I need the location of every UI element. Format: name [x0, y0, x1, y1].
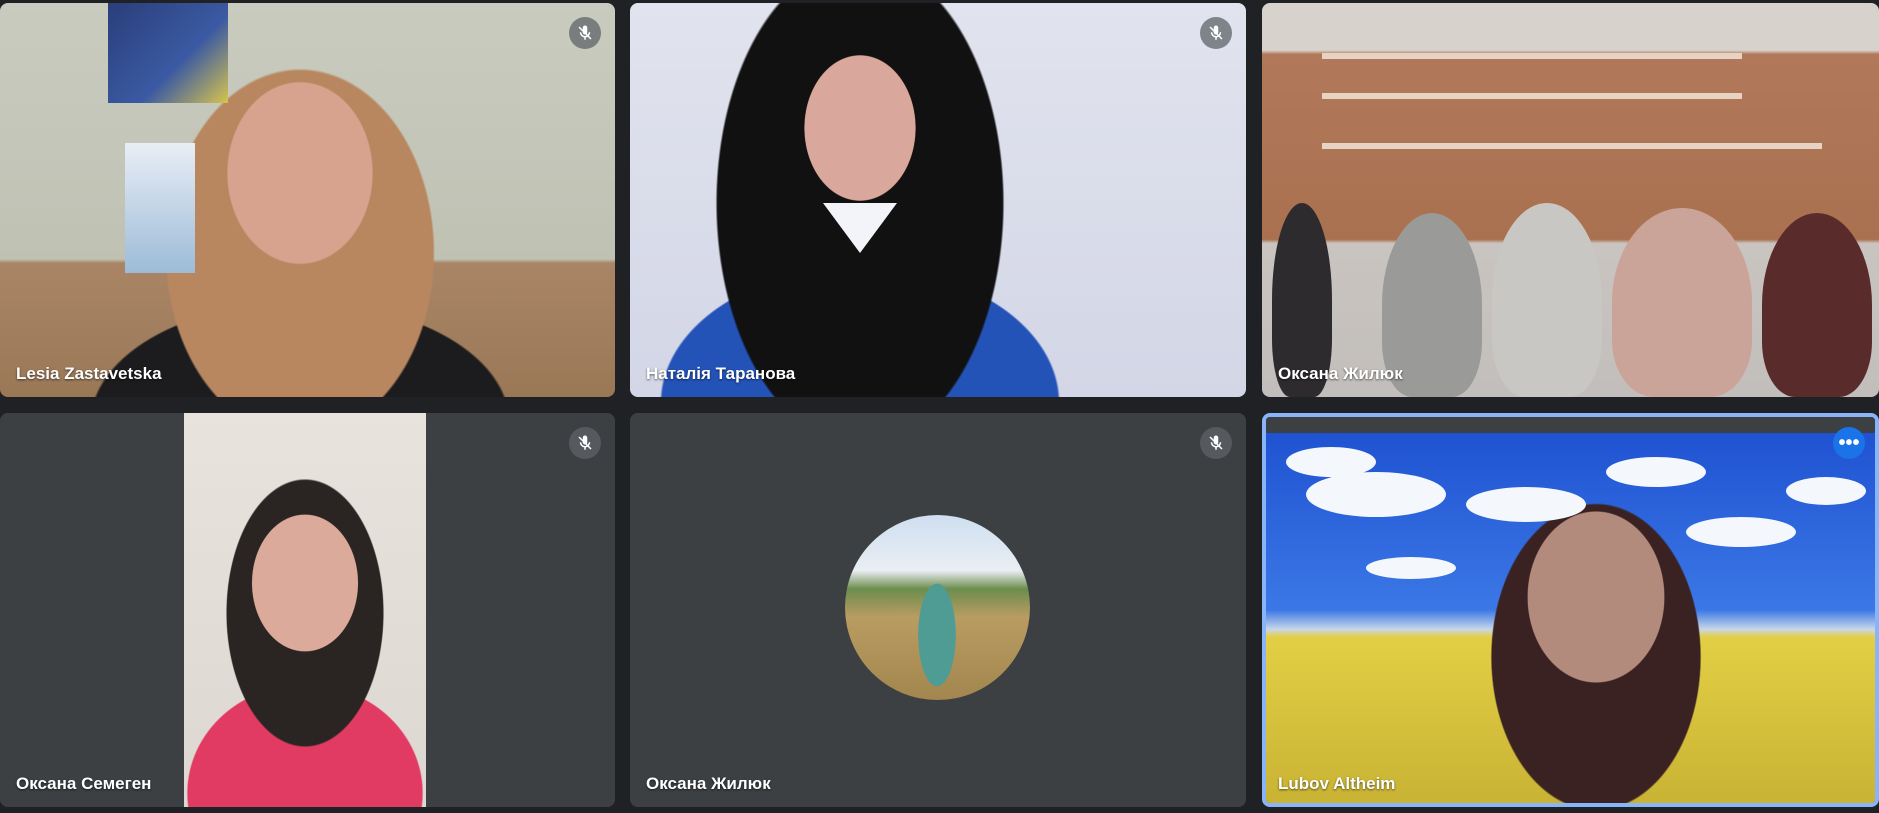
cloud: [1786, 477, 1866, 505]
participant-video: [1266, 417, 1875, 803]
participant-video: [630, 3, 1246, 397]
participant-tile[interactable]: Наталія Таранова: [630, 3, 1246, 397]
participant-name: Оксана Жилюк: [1278, 364, 1403, 383]
bookshelf: [1322, 93, 1742, 99]
student: [1492, 203, 1602, 397]
participant-video: [630, 413, 1246, 807]
student: [1762, 213, 1872, 397]
participant-camera-feed: [184, 413, 426, 807]
more-options-button[interactable]: •••: [1833, 427, 1865, 459]
participant-tile[interactable]: Оксана Жилюк: [1262, 3, 1879, 397]
mic-off-icon: [569, 17, 601, 49]
participant-video: [0, 413, 615, 807]
cloud: [1466, 487, 1586, 522]
cloud: [1686, 517, 1796, 547]
cloud: [1606, 457, 1706, 487]
student: [1612, 208, 1752, 397]
participant-name: Оксана Семеген: [16, 774, 152, 793]
shirt-collar: [823, 203, 897, 253]
participant-video: [0, 3, 615, 397]
participant-grid: Lesia Zastavetska Наталія Таранова Оксан…: [0, 0, 1879, 813]
video-letterbox: [1266, 417, 1875, 433]
participant-name: Lesia Zastavetska: [16, 364, 162, 383]
participant-video: [1262, 3, 1879, 397]
more-options-icon: •••: [1838, 432, 1860, 454]
cloud: [1306, 472, 1446, 517]
participant-tile[interactable]: Lesia Zastavetska: [0, 3, 615, 397]
participant-tile[interactable]: Оксана Семеген: [0, 413, 615, 807]
participant-name: Наталія Таранова: [646, 364, 796, 383]
participant-tile[interactable]: Оксана Жилюк: [630, 413, 1246, 807]
bookshelf: [1322, 143, 1822, 149]
wall-poster: [125, 143, 195, 273]
mic-off-icon: [569, 427, 601, 459]
mic-off-icon: [1200, 427, 1232, 459]
cloud: [1366, 557, 1456, 579]
avatar: [845, 515, 1030, 700]
mic-off-icon: [1200, 17, 1232, 49]
participant-name: Lubov Altheim: [1278, 774, 1396, 793]
bookshelf: [1322, 53, 1742, 59]
participant-tile-active[interactable]: ••• Lubov Altheim: [1262, 413, 1879, 807]
wall-poster: [108, 3, 228, 103]
participant-name: Оксана Жилюк: [646, 774, 771, 793]
